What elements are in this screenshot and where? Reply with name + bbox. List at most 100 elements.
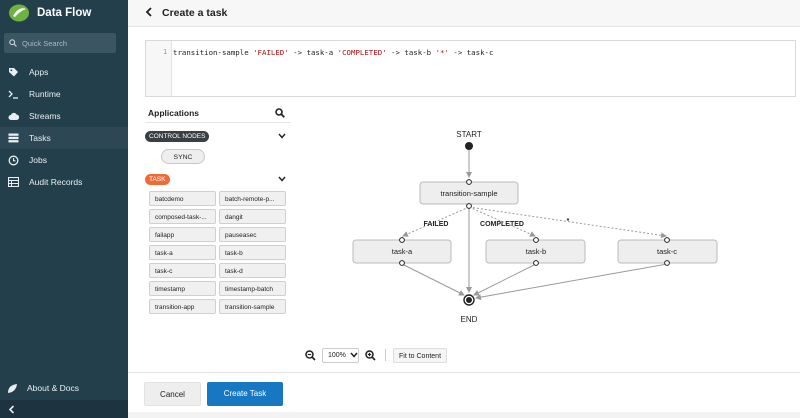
applications-panel: Applications CONTROL NODES SYNC TASK bat…	[145, 103, 291, 339]
node-task-c-label: task-c	[657, 247, 677, 256]
table-icon	[7, 176, 20, 188]
task-app-item[interactable]: transition-sample	[219, 299, 286, 314]
line-number: 1	[163, 48, 168, 56]
chevron-left-icon	[145, 7, 152, 17]
task-app-item[interactable]: task-c	[149, 263, 216, 278]
port	[399, 237, 405, 243]
chevron-down-icon	[278, 176, 286, 182]
sidebar-item-audit-records[interactable]: Audit Records	[0, 171, 128, 193]
task-app-item[interactable]: timestamp	[149, 281, 216, 296]
zoom-in-icon[interactable]	[365, 349, 376, 361]
task-group-header[interactable]: TASK	[145, 170, 291, 188]
end-node-core	[466, 297, 472, 303]
task-app-item[interactable]: batcdemo	[149, 191, 216, 206]
quick-search-input[interactable]: Quick Search	[4, 33, 116, 53]
task-app-item[interactable]: task-d	[219, 263, 286, 278]
app-name: Data Flow	[37, 7, 92, 19]
port	[466, 203, 472, 209]
code-token: transition-sample	[173, 48, 254, 57]
toolbar-divider	[385, 349, 386, 361]
code-token: -> task-b	[386, 48, 436, 57]
cancel-button[interactable]: Cancel	[144, 382, 201, 406]
editor-code-line: transition-sample 'FAILED' -> task-a 'CO…	[173, 48, 493, 57]
terminal-icon	[7, 88, 20, 100]
task-app-item[interactable]: task-b	[219, 245, 286, 260]
end-label: END	[461, 315, 478, 324]
cloud-icon	[7, 110, 20, 122]
edge-label-completed: COMPLETED	[480, 221, 524, 228]
start-node[interactable]	[465, 142, 473, 150]
leaf-logo-icon	[9, 4, 29, 22]
task-dsl-editor[interactable]: 1 transition-sample 'FAILED' -> task-a '…	[145, 40, 796, 97]
editor-gutter	[146, 41, 172, 96]
zoom-level-select[interactable]: 100%	[322, 347, 359, 363]
sidebar-item-tasks[interactable]: Tasks	[0, 127, 128, 149]
sidebar-item-label: Runtime	[29, 89, 61, 99]
node-task-b-label: task-b	[526, 247, 546, 256]
footer-edge	[128, 412, 800, 418]
zoom-toolbar: 100% Fit to Content	[305, 346, 448, 364]
tag-icon	[7, 66, 20, 78]
port	[533, 260, 539, 266]
task-app-item[interactable]: dangit	[219, 209, 286, 224]
task-app-item[interactable]: task-a	[149, 245, 216, 260]
edge-label-failed: FAILED	[424, 221, 449, 228]
port	[533, 237, 539, 243]
control-nodes-group-header[interactable]: CONTROL NODES	[145, 127, 291, 145]
sidebar-item-label: Jobs	[29, 155, 47, 165]
search-icon[interactable]	[275, 107, 285, 118]
back-button[interactable]	[145, 6, 153, 20]
task-app-item[interactable]: failapp	[149, 227, 216, 242]
edge-task-b-end	[473, 263, 537, 296]
sidebar-nav: Apps Runtime Streams Tasks Jobs Audit Re…	[0, 61, 128, 193]
code-token: -> task-c	[448, 48, 494, 57]
edge-task-a-end	[401, 263, 465, 296]
about-docs-link[interactable]: About & Docs	[0, 378, 128, 398]
search-icon	[9, 39, 17, 47]
about-docs-label: About & Docs	[27, 383, 79, 393]
applications-title: Applications	[148, 107, 200, 118]
chevron-left-icon	[8, 404, 15, 414]
port	[399, 260, 405, 266]
code-token: -> task-a	[288, 48, 338, 57]
sidebar-item-label: Audit Records	[29, 177, 83, 187]
page-title: Create a task	[162, 7, 228, 19]
chevron-down-icon	[278, 133, 286, 139]
flow-graph-canvas[interactable]: START transition-sample FAILED COMPLETED…	[298, 103, 796, 339]
task-app-list: batcdemo batch-remote-p... composed-task…	[149, 191, 291, 314]
chevron-down-icon	[350, 352, 358, 358]
start-label: START	[456, 130, 482, 139]
create-task-button[interactable]: Create Task	[207, 382, 283, 406]
sidebar-item-jobs[interactable]: Jobs	[0, 149, 128, 171]
sidebar-item-apps[interactable]: Apps	[0, 61, 128, 83]
task-app-item[interactable]: pauseasec	[219, 227, 286, 242]
code-string-token: 'FAILED'	[253, 48, 289, 57]
task-app-item[interactable]: batch-remote-p...	[219, 191, 286, 206]
sync-node[interactable]: SYNC	[161, 149, 205, 164]
brand[interactable]: Data Flow	[0, 0, 128, 26]
zoom-out-icon[interactable]	[305, 349, 316, 361]
sidebar-item-streams[interactable]: Streams	[0, 105, 128, 127]
task-app-item[interactable]: timestamp-batch	[219, 281, 286, 296]
code-string-token: 'COMPLETED'	[337, 48, 387, 57]
sidebar-item-label: Tasks	[29, 133, 51, 143]
clock-icon	[7, 154, 20, 166]
page-header: Create a task	[128, 0, 800, 27]
node-task-a-label: task-a	[392, 247, 413, 256]
edge-label-wildcard: *	[567, 218, 570, 225]
port	[466, 179, 472, 185]
quick-search-placeholder: Quick Search	[22, 38, 68, 48]
code-string-token: '*'	[435, 48, 449, 57]
fit-to-content-button[interactable]: Fit to Content	[393, 347, 448, 363]
sidebar-item-label: Streams	[29, 111, 61, 121]
collapse-sidebar-button[interactable]	[0, 400, 128, 418]
sidebar-item-runtime[interactable]: Runtime	[0, 83, 128, 105]
task-app-item[interactable]: composed-task-...	[149, 209, 216, 224]
sidebar-item-label: Apps	[29, 67, 49, 77]
applications-header: Applications	[145, 103, 291, 123]
control-nodes-badge: CONTROL NODES	[145, 130, 210, 142]
port	[664, 260, 670, 266]
leaf-icon	[7, 383, 18, 394]
port	[664, 237, 670, 243]
task-app-item[interactable]: transition-app	[149, 299, 216, 314]
